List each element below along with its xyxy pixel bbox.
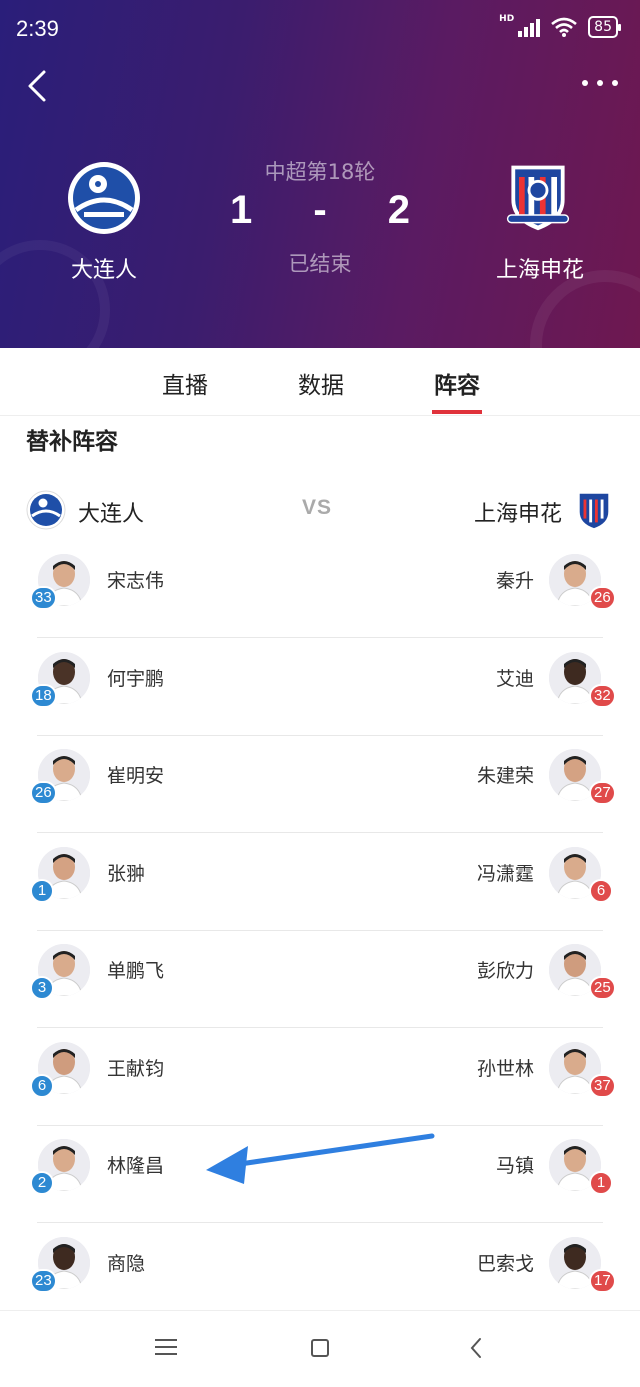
home-player-number: 23 (30, 1268, 57, 1293)
home-player-name[interactable]: 商隐 (107, 1249, 145, 1276)
more-options-icon[interactable] (582, 80, 618, 86)
substitute-row: 3 单鹏飞 彭欣力 25 (0, 930, 640, 1028)
away-score: 2 (387, 188, 410, 232)
dalian-pro-logo-small (26, 490, 66, 530)
substitute-row: 1 张翀 冯潇霆 6 (0, 833, 640, 931)
tab-lineup[interactable]: 阵容 (407, 366, 507, 400)
away-player-number: 37 (589, 1073, 616, 1098)
away-player-name[interactable]: 朱建荣 (477, 761, 534, 788)
away-player-number: 6 (589, 878, 613, 903)
signal-icon (518, 17, 541, 37)
substitute-row: 6 王献钧 孙世林 37 (0, 1028, 640, 1126)
dalian-pro-logo[interactable] (66, 160, 142, 236)
tab-stats[interactable]: 数据 (271, 366, 371, 400)
back-arrow-icon[interactable] (22, 66, 58, 106)
home-player-name[interactable]: 崔明安 (107, 761, 164, 788)
home-player-number: 18 (30, 683, 57, 708)
network-type-label: HD (499, 14, 515, 24)
home-team-label: 大连人 (78, 502, 145, 527)
teams-header: 大连人 VS 上海申花 (0, 488, 640, 534)
wifi-icon (551, 17, 578, 37)
away-player-number: 25 (589, 976, 616, 1000)
away-team-name: 上海申花 (495, 258, 584, 283)
home-player-name[interactable]: 张翀 (107, 859, 145, 886)
match-header: 2:39 HD 85 大连人 上海申花 中超第18轮 1 - 2 已结束 (0, 0, 640, 348)
away-player-number: 1 (589, 1171, 613, 1195)
home-player-number: 33 (30, 586, 57, 610)
home-player-number: 3 (30, 976, 54, 1000)
substitute-row: 33 宋志伟 秦升 26 (0, 540, 640, 638)
away-player-name[interactable]: 巴索戈 (477, 1249, 534, 1276)
tab-bar: 直播 数据 阵容 (0, 348, 640, 416)
status-bar: 2:39 HD 85 (0, 0, 640, 60)
substitute-row: 18 何宇鹏 艾迪 32 (0, 638, 640, 736)
home-player-number: 1 (30, 878, 54, 903)
substitute-row: 26 崔明安 朱建荣 27 (0, 735, 640, 833)
away-team-label: 上海申花 (473, 502, 562, 527)
status-time: 2:39 (16, 16, 59, 41)
away-player-name[interactable]: 马镇 (496, 1151, 534, 1178)
home-team-name: 大连人 (70, 258, 137, 283)
home-player-name[interactable]: 宋志伟 (107, 566, 164, 593)
match-status: 已结束 (288, 252, 352, 276)
home-player-name[interactable]: 单鹏飞 (107, 956, 164, 983)
home-player-name[interactable]: 何宇鹏 (107, 664, 164, 691)
tab-live[interactable]: 直播 (135, 366, 235, 400)
substitute-row: 23 商隐 巴索戈 17 (0, 1223, 640, 1321)
annotation-arrow (206, 1133, 435, 1184)
shanghai-shenhua-logo-small (579, 493, 609, 529)
home-player-name[interactable]: 王献钧 (107, 1054, 164, 1081)
home-player-number: 6 (30, 1073, 54, 1098)
away-player-name[interactable]: 彭欣力 (477, 956, 534, 983)
away-player-number: 17 (589, 1268, 616, 1293)
away-player-number: 27 (589, 781, 616, 805)
away-player-number: 26 (589, 586, 616, 610)
away-player-name[interactable]: 艾迪 (496, 664, 534, 691)
menu-icon[interactable] (155, 1339, 177, 1357)
home-player-name[interactable]: 林隆昌 (107, 1151, 164, 1178)
home-score: 1 (230, 188, 253, 232)
score-separator: - (313, 188, 327, 232)
back-icon[interactable] (468, 1337, 484, 1359)
section-title: 替补阵容 (26, 429, 118, 455)
away-player-name[interactable]: 秦升 (496, 566, 534, 593)
match-round: 中超第18轮 (264, 160, 376, 184)
match-score: 1 - 2 (200, 188, 440, 233)
shanghai-shenhua-logo[interactable] (500, 158, 576, 234)
away-player-name[interactable]: 冯潇霆 (477, 859, 534, 886)
system-nav-bar (0, 1310, 640, 1387)
vs-label: VS (302, 496, 333, 519)
home-player-number: 26 (30, 781, 57, 805)
home-icon[interactable] (311, 1339, 329, 1357)
battery-indicator: 85 (588, 16, 621, 38)
away-player-number: 32 (589, 683, 616, 708)
away-player-name[interactable]: 孙世林 (477, 1054, 534, 1081)
active-tab-indicator (432, 410, 482, 414)
home-player-number: 2 (30, 1171, 54, 1195)
